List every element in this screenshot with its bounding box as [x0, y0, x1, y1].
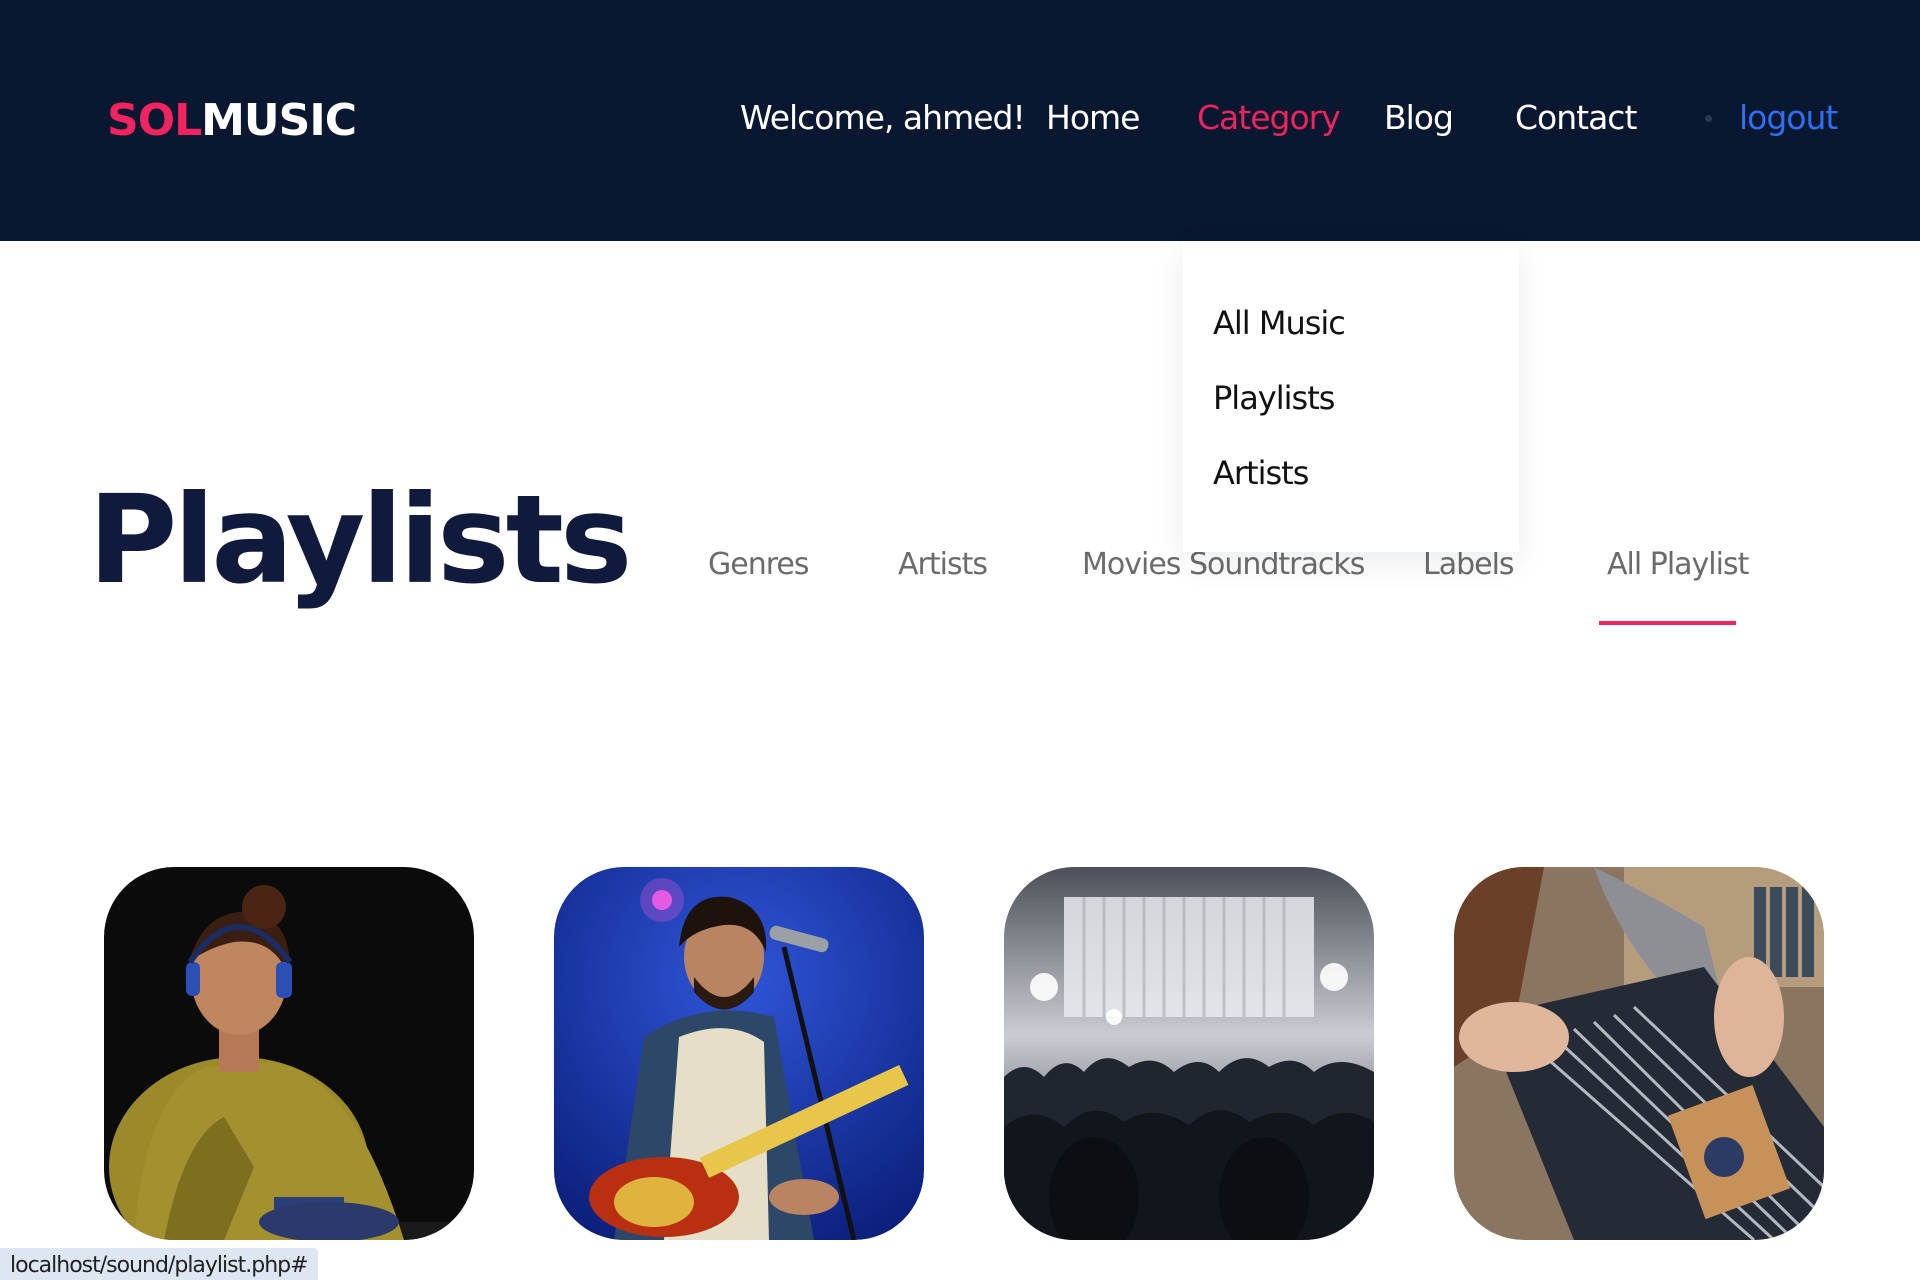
tab-artists[interactable]: Artists: [898, 545, 988, 585]
nav-separator-dot: [1705, 115, 1712, 122]
tab-genres[interactable]: Genres: [708, 545, 809, 585]
logout-link[interactable]: logout: [1739, 98, 1838, 138]
active-tab-underline: [1599, 621, 1736, 625]
tab-all-playlist[interactable]: All Playlist: [1607, 545, 1749, 585]
logo-part-music: MUSIC: [201, 95, 357, 146]
dropdown-item-all-music[interactable]: All Music: [1213, 303, 1346, 343]
logo-part-sol: SOL: [107, 95, 202, 146]
nav-home-link[interactable]: Home: [1046, 98, 1140, 138]
playlist-card-4[interactable]: [1454, 867, 1824, 1240]
vinyl-records-browsing-photo: [1454, 867, 1824, 1240]
welcome-message: Welcome, ahmed!: [740, 98, 1026, 137]
nav-category-link[interactable]: Category: [1197, 98, 1341, 138]
nav-contact-link[interactable]: Contact: [1515, 98, 1637, 138]
concert-crowd-photo: [1004, 867, 1374, 1240]
dropdown-item-playlists[interactable]: Playlists: [1213, 378, 1335, 418]
playlist-card-3[interactable]: [1004, 867, 1374, 1240]
site-logo[interactable]: SOLMUSIC: [107, 95, 357, 146]
playlist-card-1[interactable]: [104, 867, 474, 1240]
singer-with-guitar-on-stage-photo: [554, 867, 924, 1240]
nav-blog-link[interactable]: Blog: [1384, 98, 1454, 138]
dropdown-item-artists[interactable]: Artists: [1213, 453, 1309, 493]
page-title: Playlists: [88, 469, 633, 611]
woman-with-headphones-photo: [104, 867, 474, 1240]
category-dropdown-menu: All Music Playlists Artists: [1183, 241, 1519, 552]
playlist-card-2[interactable]: [554, 867, 924, 1240]
browser-status-url: localhost/sound/playlist.php#: [0, 1248, 318, 1280]
site-header: SOLMUSIC Welcome, ahmed! Home Category B…: [0, 0, 1920, 241]
